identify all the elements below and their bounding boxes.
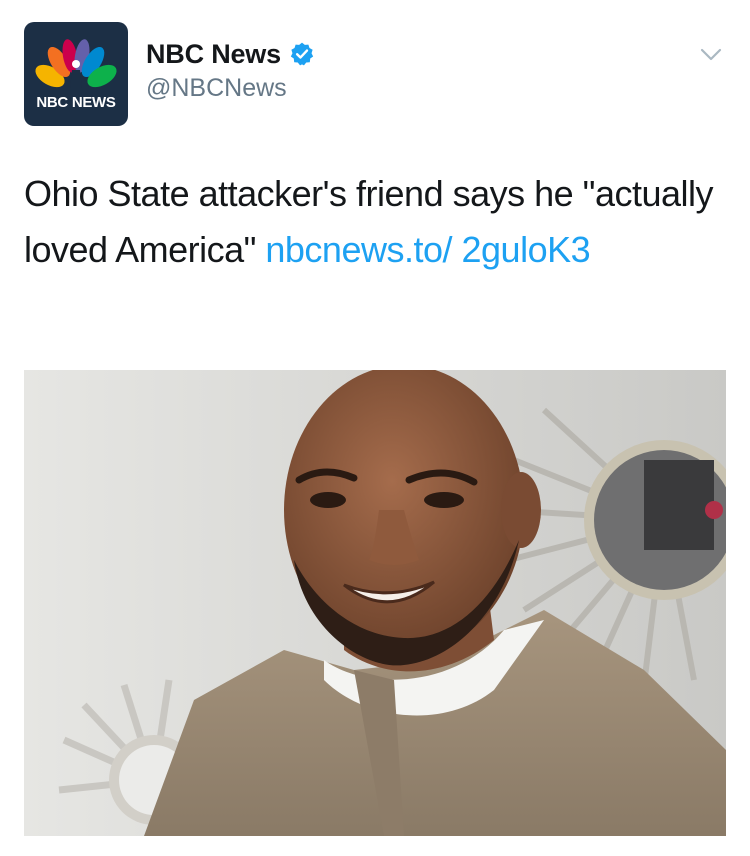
tweet-photo[interactable] xyxy=(24,370,726,836)
tweet-link[interactable]: nbcnews.to/ 2guloK3 xyxy=(265,229,590,270)
tweet-header: NBC NEWS NBC News @NBCNews xyxy=(24,22,726,126)
tweet-text: Ohio State attacker's friend says he "ac… xyxy=(24,166,714,278)
verified-badge-icon xyxy=(290,42,314,66)
chevron-down-icon[interactable] xyxy=(700,48,722,62)
avatar-logo-text: NBC NEWS xyxy=(36,94,116,111)
account-names: NBC News @NBCNews xyxy=(146,36,315,103)
display-name[interactable]: NBC News xyxy=(146,39,281,70)
avatar[interactable]: NBC NEWS xyxy=(24,22,128,126)
tweet-card: NBC NEWS NBC News @NBCNews Ohio State at… xyxy=(0,0,750,856)
photo-image xyxy=(24,370,726,836)
display-name-row: NBC News xyxy=(146,36,315,72)
account-handle[interactable]: @NBCNews xyxy=(146,74,315,103)
